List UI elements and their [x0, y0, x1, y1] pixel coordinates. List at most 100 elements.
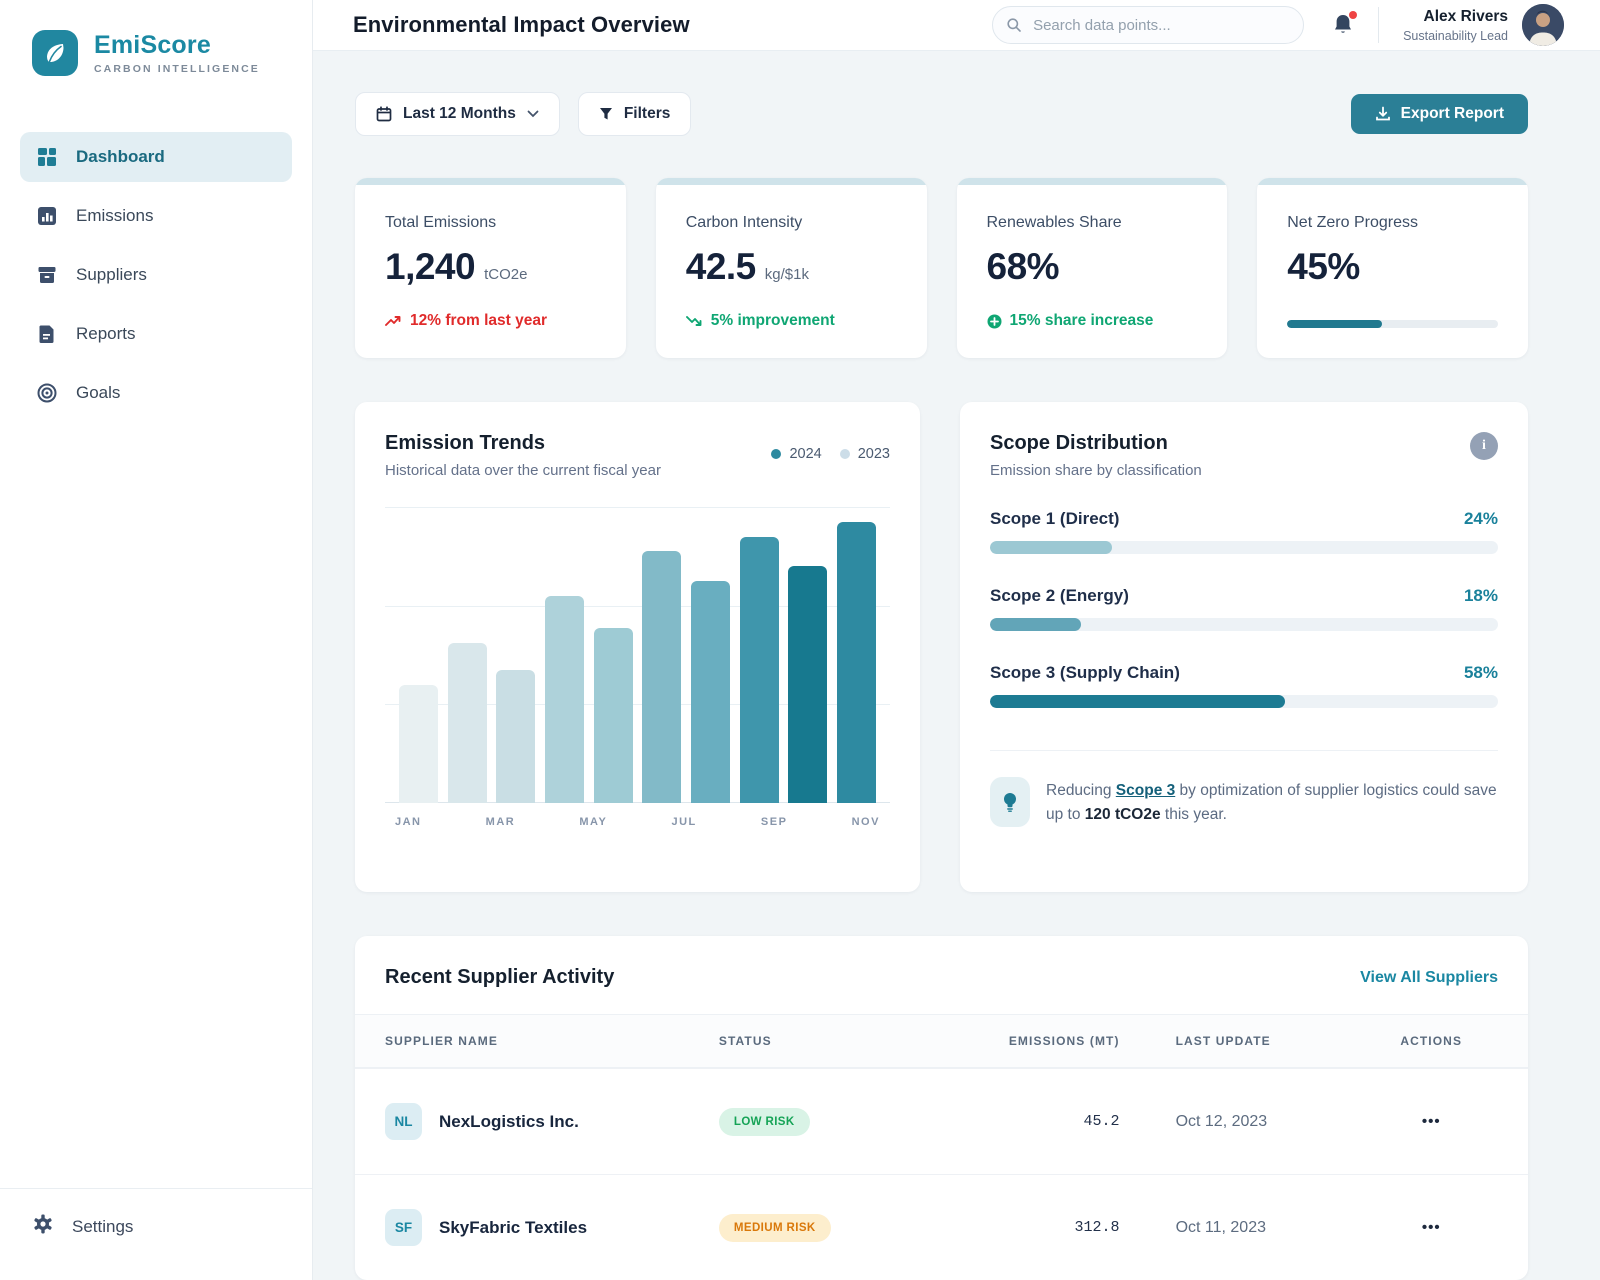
archive-box-icon — [36, 264, 58, 286]
emissions-value: 312.8 — [975, 1219, 1120, 1236]
trend-bar-5 — [594, 628, 633, 803]
table-row[interactable]: SF SkyFabric Textiles Medium Risk 312.8 … — [355, 1174, 1528, 1280]
sidebar-item-dashboard[interactable]: Dashboard — [20, 132, 292, 182]
scope-3-link[interactable]: Scope 3 — [1116, 782, 1175, 799]
date-range-button[interactable]: Last 12 Months — [355, 92, 560, 136]
trend-bar-1 — [399, 685, 438, 803]
net-zero-progress-fill — [1287, 320, 1382, 328]
sidebar-item-emissions[interactable]: Emissions — [20, 191, 292, 241]
sidebar-item-settings[interactable]: Settings — [32, 1213, 280, 1240]
sidebar-item-goals[interactable]: Goals — [20, 368, 292, 418]
brand: EmiScore CARBON INTELLIGENCE — [0, 0, 312, 76]
scope-label: Scope 2 (Energy) — [990, 586, 1129, 606]
stat-label: Carbon Intensity — [686, 214, 897, 232]
last-update: Oct 12, 2023 — [1120, 1113, 1365, 1131]
bar-chart-icon — [36, 205, 58, 227]
info-icon[interactable]: i — [1470, 432, 1498, 460]
trend-bar-4 — [545, 596, 584, 803]
sidebar-item-label: Emissions — [76, 206, 153, 226]
settings-label: Settings — [72, 1217, 133, 1237]
status-badge: Medium Risk — [719, 1214, 831, 1242]
topbar: Environmental Impact Overview Alex River… — [313, 0, 1600, 51]
export-report-button[interactable]: Export Report — [1351, 94, 1528, 134]
view-all-suppliers-link[interactable]: View All Suppliers — [1360, 969, 1498, 987]
scope-fill — [990, 695, 1285, 708]
stat-value: 1,240 — [385, 246, 475, 288]
sidebar-item-label: Dashboard — [76, 147, 165, 167]
stat-card-total-emissions: Total Emissions 1,240 tCO2e 12% from las… — [355, 178, 626, 358]
scope-track — [990, 541, 1498, 554]
chart-legend: 2024 2023 — [771, 446, 890, 462]
plus-circle-icon — [987, 314, 1002, 329]
scope-tip-text: Reducing Scope 3 by optimization of supp… — [1046, 777, 1498, 827]
brand-tagline: CARBON INTELLIGENCE — [94, 63, 260, 75]
chevron-down-icon — [527, 110, 539, 118]
supplier-initials-badge: NL — [385, 1103, 422, 1140]
stat-value: 45% — [1287, 246, 1360, 288]
stat-unit: kg/$1k — [765, 266, 809, 283]
scope-row-2: Scope 2 (Energy) 18% — [990, 586, 1498, 631]
avatar[interactable] — [1522, 4, 1564, 46]
col-emissions: Emissions (MT) — [975, 1034, 1120, 1048]
col-last-update: Last Update — [1120, 1034, 1365, 1048]
table-header-row: Supplier Name Status Emissions (MT) Last… — [355, 1014, 1528, 1068]
x-tick-label: MAY — [579, 816, 607, 828]
col-supplier-name: Supplier Name — [385, 1034, 719, 1048]
emission-trends-title: Emission Trends — [385, 432, 661, 455]
supplier-name: NexLogistics Inc. — [439, 1112, 579, 1132]
sidebar-item-reports[interactable]: Reports — [20, 309, 292, 359]
lightbulb-icon — [990, 777, 1030, 827]
stat-unit: tCO2e — [484, 266, 527, 283]
scope-row-3: Scope 3 (Supply Chain) 58% — [990, 663, 1498, 708]
x-tick-label: JUL — [671, 816, 696, 828]
emissions-value: 45.2 — [975, 1113, 1120, 1130]
notification-dot — [1349, 11, 1357, 19]
legend-item-2023: 2023 — [840, 446, 890, 462]
stat-value: 68% — [987, 246, 1060, 288]
toolbar: Last 12 Months Filters Export Report — [355, 92, 1528, 136]
col-actions: Actions — [1364, 1034, 1498, 1048]
sidebar-nav: Dashboard Emissions Suppliers Reports Go… — [0, 132, 312, 427]
legend-label: 2023 — [858, 446, 890, 462]
trend-bars — [399, 507, 876, 803]
stat-label: Total Emissions — [385, 214, 596, 232]
sidebar-item-suppliers[interactable]: Suppliers — [20, 250, 292, 300]
stat-value: 42.5 — [686, 246, 756, 288]
trend-bar-8 — [740, 537, 779, 803]
x-tick-label: NOV — [852, 816, 880, 828]
sidebar-item-label: Reports — [76, 324, 136, 344]
emission-trends-panel: Emission Trends Historical data over the… — [355, 402, 920, 892]
scope-label: Scope 1 (Direct) — [990, 509, 1119, 529]
row-actions-button[interactable]: ••• — [1364, 1219, 1498, 1236]
scope-pct: 18% — [1464, 586, 1498, 606]
stat-delta-text: 15% share increase — [1010, 312, 1154, 330]
notifications-button[interactable] — [1332, 13, 1354, 37]
scope-distribution-panel: Scope Distribution Emission share by cla… — [960, 402, 1528, 892]
search-input[interactable] — [992, 6, 1304, 44]
x-tick-label: JAN — [395, 816, 422, 828]
trend-bar-6 — [642, 551, 681, 803]
scope-tip: Reducing Scope 3 by optimization of supp… — [990, 777, 1498, 827]
trend-bar-7 — [691, 581, 730, 803]
legend-item-2024: 2024 — [771, 446, 821, 462]
scope-track — [990, 695, 1498, 708]
leaf-logo-icon — [32, 30, 78, 76]
scope-fill — [990, 618, 1081, 631]
filters-button[interactable]: Filters — [578, 92, 692, 136]
legend-dot-2024 — [771, 449, 781, 459]
scope-label: Scope 3 (Supply Chain) — [990, 663, 1180, 683]
target-icon — [36, 382, 58, 404]
calendar-icon — [376, 106, 392, 122]
scope-title: Scope Distribution — [990, 432, 1202, 455]
brand-name: EmiScore — [94, 31, 260, 60]
date-range-label: Last 12 Months — [403, 105, 516, 123]
scope-subtitle: Emission share by classification — [990, 462, 1202, 479]
stat-card-carbon-intensity: Carbon Intensity 42.5 kg/$1k 5% improvem… — [656, 178, 927, 358]
table-row[interactable]: NL NexLogistics Inc. Low Risk 45.2 Oct 1… — [355, 1068, 1528, 1174]
row-actions-button[interactable]: ••• — [1364, 1113, 1498, 1130]
download-icon — [1375, 106, 1391, 122]
trend-down-icon — [686, 315, 703, 327]
sidebar: EmiScore CARBON INTELLIGENCE Dashboard E… — [0, 0, 313, 1280]
stat-card-net-zero-progress: Net Zero Progress 45% — [1257, 178, 1528, 358]
funnel-icon — [599, 107, 613, 121]
